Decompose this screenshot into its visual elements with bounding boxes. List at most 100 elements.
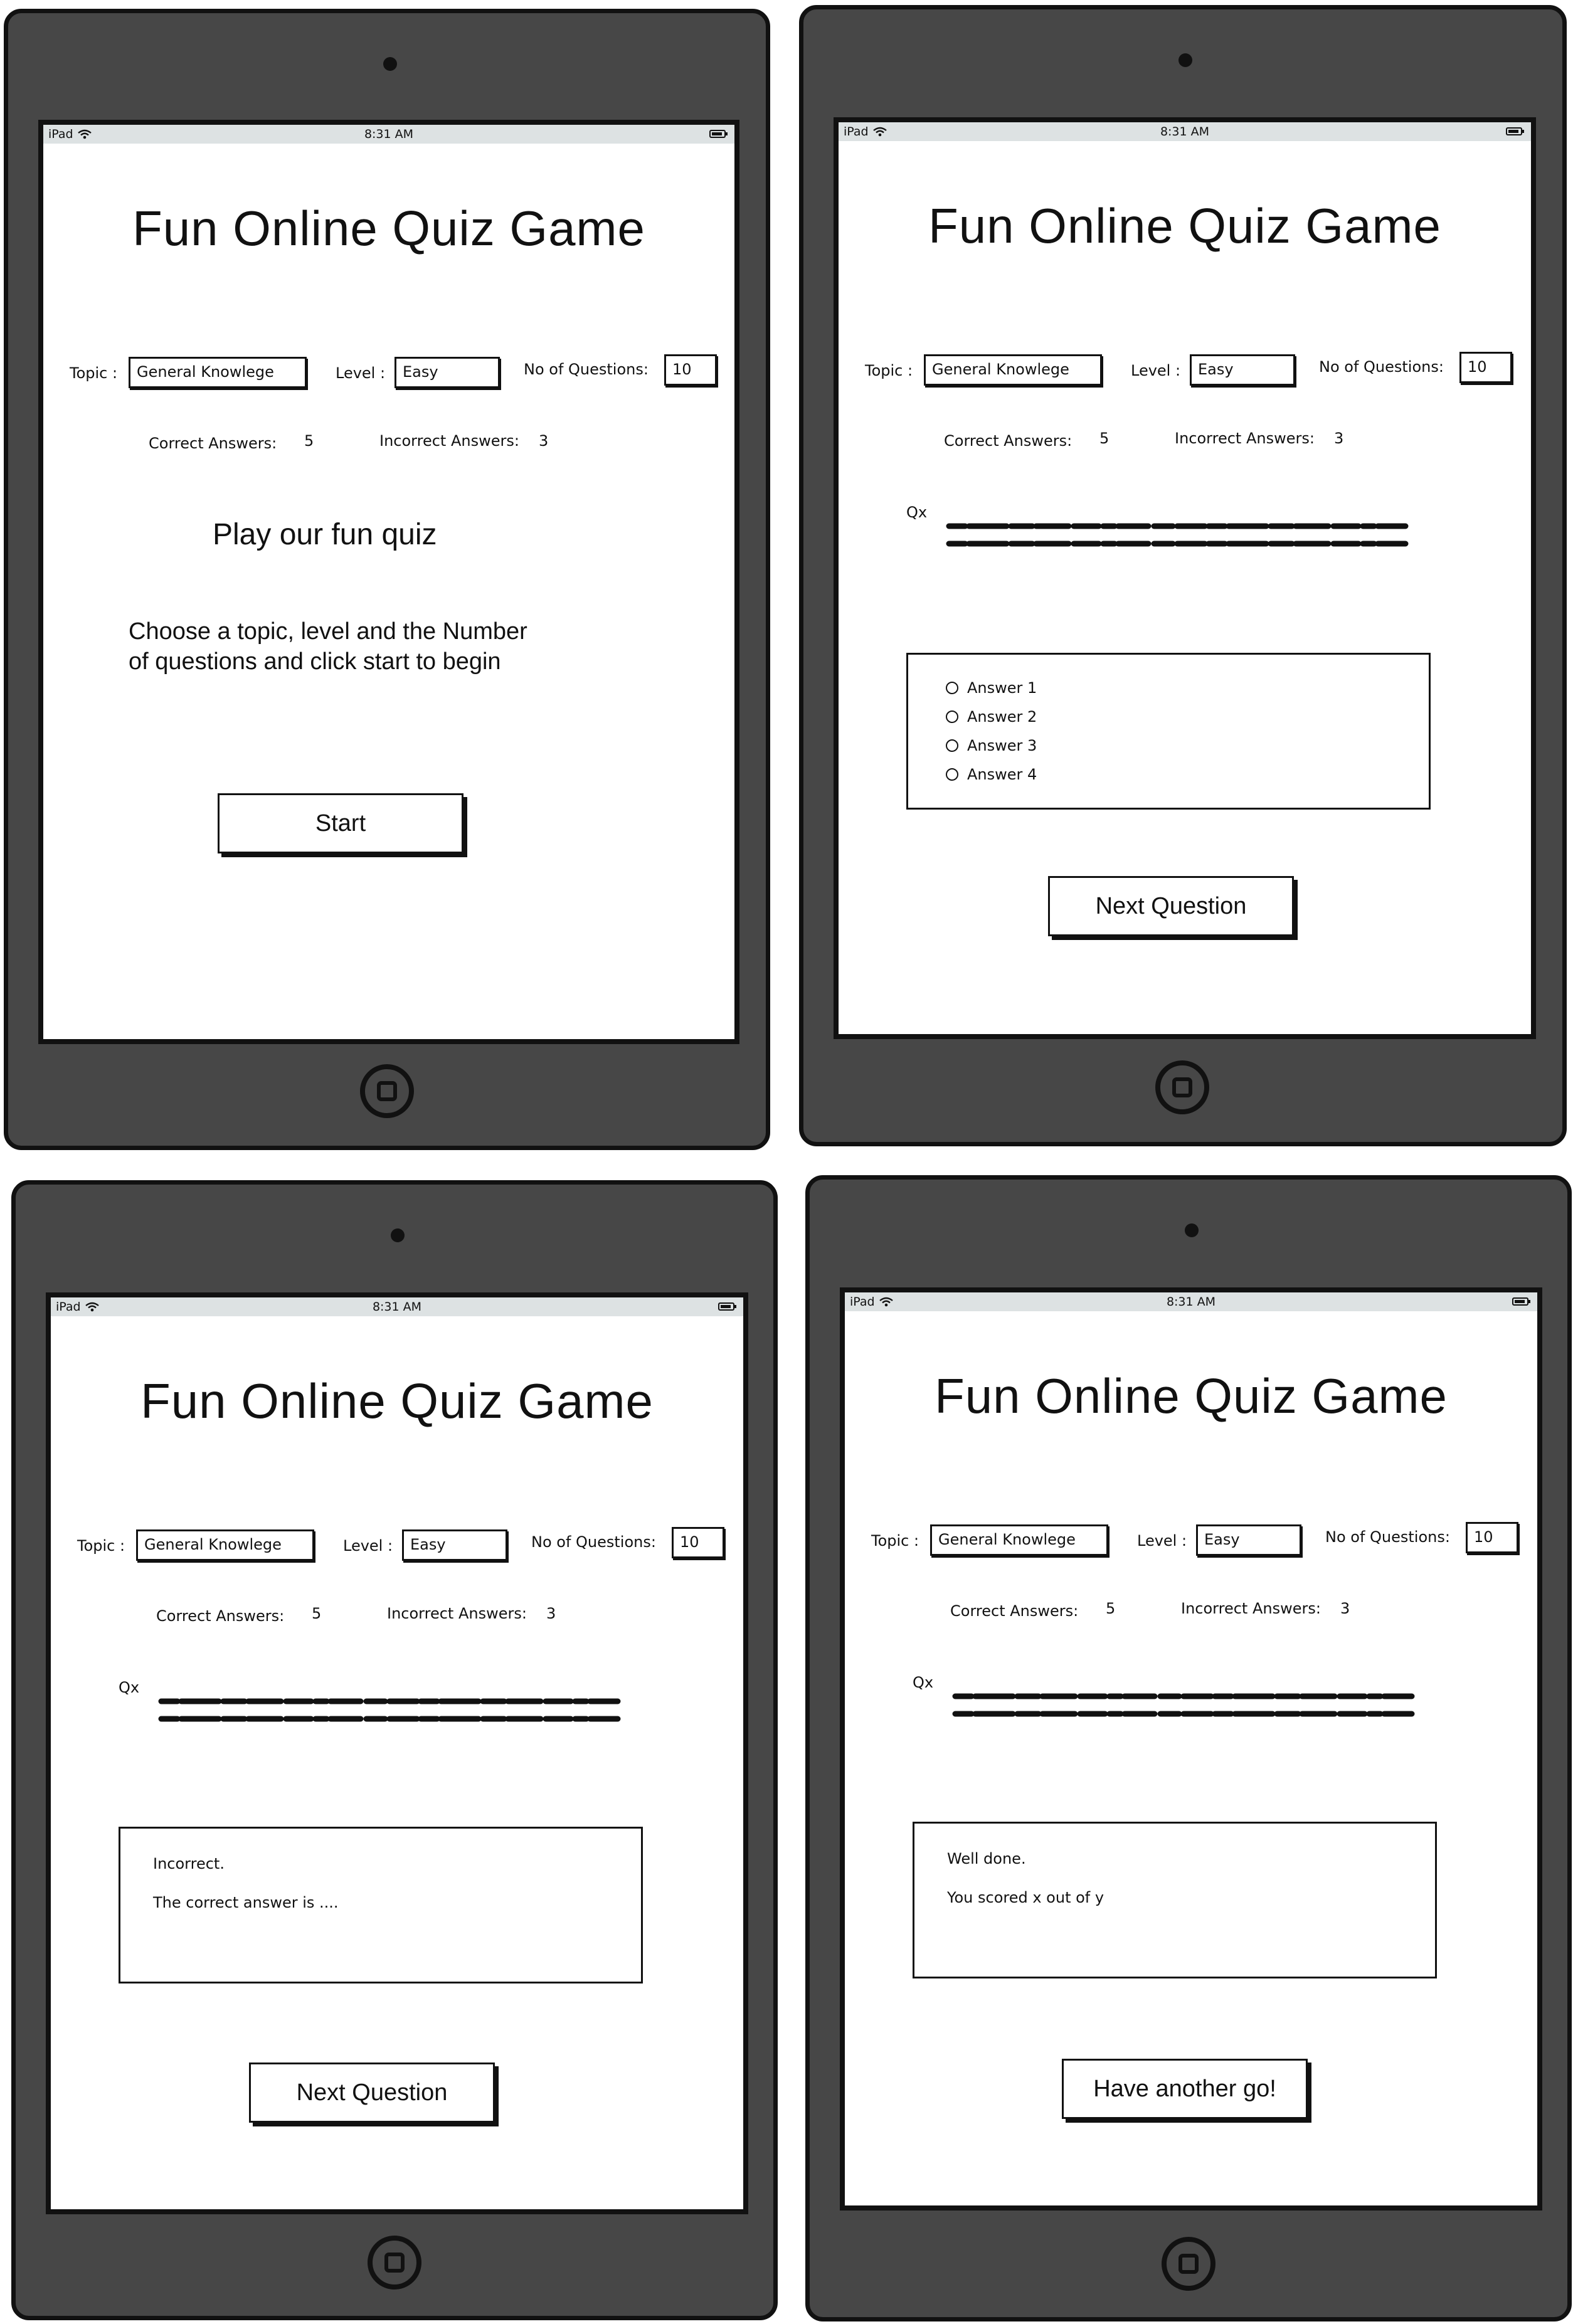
questions-input[interactable]: 10: [664, 354, 717, 386]
correct-answers-label: Correct Answers:: [944, 432, 1072, 450]
level-label: Level :: [343, 1537, 393, 1555]
incorrect-answers-value: 3: [1340, 1600, 1350, 1617]
home-button[interactable]: [1162, 2237, 1216, 2291]
intro-heading: Play our fun quiz: [213, 518, 437, 551]
camera-icon: [383, 57, 397, 71]
screen-question: iPad 8:31 AM Fun Online Quiz Game Topic …: [834, 117, 1536, 1039]
level-select[interactable]: Easy: [395, 357, 500, 388]
status-time: 8:31 AM: [372, 1300, 422, 1314]
questions-label: No of Questions:: [531, 1533, 656, 1551]
ipad-frame-question: iPad 8:31 AM Fun Online Quiz Game Topic …: [799, 5, 1567, 1146]
questions-input[interactable]: 10: [1466, 1522, 1518, 1553]
topic-label: Topic :: [70, 364, 118, 382]
answers-box: Answer 1 Answer 2 Answer 3 Answer 4: [906, 653, 1431, 810]
wifi-icon: [77, 129, 92, 139]
answer-option[interactable]: Answer 3: [946, 731, 1429, 760]
page-title: Fun Online Quiz Game: [140, 1373, 654, 1429]
answer-label: Answer 2: [967, 708, 1037, 726]
questions-label: No of Questions:: [524, 361, 649, 378]
wifi-icon: [85, 1302, 99, 1312]
camera-icon: [1178, 53, 1192, 67]
incorrect-answers-label: Incorrect Answers:: [387, 1605, 527, 1622]
radio-icon[interactable]: [946, 768, 958, 781]
screen-incorrect: iPad 8:31 AM Fun Online Quiz Game Topic …: [46, 1292, 748, 2214]
answer-label: Answer 1: [967, 679, 1037, 697]
correct-answers-label: Correct Answers:: [149, 435, 277, 452]
topic-select[interactable]: General Knowlege: [136, 1529, 314, 1561]
have-another-go-button[interactable]: Have another go!: [1062, 2059, 1308, 2119]
answer-label: Answer 3: [967, 737, 1037, 754]
topic-select[interactable]: General Knowlege: [930, 1524, 1108, 1556]
ipad-frame-incorrect: iPad 8:31 AM Fun Online Quiz Game Topic …: [11, 1180, 778, 2320]
question-label: Qx: [119, 1679, 140, 1696]
status-bar: iPad 8:31 AM: [43, 125, 734, 144]
radio-icon[interactable]: [946, 739, 958, 752]
screen-start: iPad 8:31 AM Fun Online Quiz Game Topic …: [38, 120, 739, 1044]
next-question-button[interactable]: Next Question: [249, 2063, 495, 2123]
home-button[interactable]: [368, 2236, 421, 2290]
level-label: Level :: [1131, 362, 1181, 379]
answer-option[interactable]: Answer 4: [946, 760, 1429, 789]
camera-icon: [391, 1228, 405, 1242]
battery-icon: [709, 130, 728, 138]
correct-answers-value: 5: [304, 432, 314, 450]
page-title: Fun Online Quiz Game: [935, 1368, 1448, 1423]
screen-score: iPad 8:31 AM Fun Online Quiz Game Topic …: [840, 1287, 1542, 2210]
carrier-label: iPad: [850, 1295, 875, 1309]
intro-instructions: Choose a topic, level and the Number of …: [129, 616, 527, 677]
level-label: Level :: [1137, 1532, 1187, 1550]
answer-option[interactable]: Answer 1: [946, 673, 1429, 702]
answer-label: Answer 4: [967, 766, 1037, 783]
level-label: Level :: [336, 364, 386, 382]
battery-icon: [718, 1302, 736, 1311]
home-button[interactable]: [1155, 1060, 1209, 1114]
question-text-placeholder: [946, 523, 1409, 547]
feedback-box: Incorrect. The correct answer is ....: [119, 1827, 643, 1983]
ipad-frame-score: iPad 8:31 AM Fun Online Quiz Game Topic …: [805, 1175, 1572, 2321]
correct-answers-value: 5: [1106, 1600, 1116, 1617]
instructions-line-1: Choose a topic, level and the Number: [129, 618, 527, 645]
questions-label: No of Questions:: [1325, 1528, 1450, 1546]
start-button[interactable]: Start: [218, 793, 463, 853]
question-label: Qx: [906, 504, 928, 521]
status-time: 8:31 AM: [1160, 125, 1210, 139]
incorrect-answers-label: Incorrect Answers:: [379, 432, 519, 450]
score-text: You scored x out of y: [947, 1889, 1104, 1906]
next-question-button[interactable]: Next Question: [1048, 876, 1294, 936]
score-box: Well done. You scored x out of y: [913, 1822, 1437, 1978]
topic-select[interactable]: General Knowlege: [924, 354, 1102, 386]
topic-label: Topic :: [77, 1537, 125, 1555]
questions-input[interactable]: 10: [672, 1527, 724, 1558]
carrier-label: iPad: [56, 1300, 81, 1314]
questions-label: No of Questions:: [1319, 358, 1444, 376]
incorrect-answers-label: Incorrect Answers:: [1181, 1600, 1321, 1617]
feedback-result: Incorrect.: [153, 1855, 225, 1872]
level-select[interactable]: Easy: [402, 1529, 507, 1561]
radio-icon[interactable]: [946, 710, 958, 723]
status-bar: iPad 8:31 AM: [839, 122, 1531, 141]
battery-icon: [1512, 1297, 1530, 1306]
incorrect-answers-value: 3: [546, 1605, 556, 1622]
home-button[interactable]: [360, 1064, 414, 1118]
camera-icon: [1185, 1223, 1199, 1237]
status-bar: iPad 8:31 AM: [51, 1297, 743, 1316]
correct-answers-label: Correct Answers:: [156, 1607, 285, 1625]
question-text-placeholder: [952, 1693, 1415, 1717]
instructions-line-2: of questions and click start to begin: [129, 648, 501, 675]
correct-answers-value: 5: [312, 1605, 322, 1622]
level-select[interactable]: Easy: [1196, 1524, 1301, 1556]
incorrect-answers-value: 3: [1334, 430, 1344, 447]
incorrect-answers-label: Incorrect Answers:: [1175, 430, 1315, 447]
questions-input[interactable]: 10: [1459, 352, 1512, 383]
page-title: Fun Online Quiz Game: [132, 201, 645, 256]
feedback-correct-answer: The correct answer is ....: [153, 1894, 339, 1911]
topic-select[interactable]: General Knowlege: [129, 357, 307, 388]
topic-label: Topic :: [865, 362, 913, 379]
radio-icon[interactable]: [946, 682, 958, 694]
level-select[interactable]: Easy: [1190, 354, 1295, 386]
wifi-icon: [872, 127, 887, 137]
answer-option[interactable]: Answer 2: [946, 702, 1429, 731]
question-label: Qx: [913, 1674, 934, 1691]
incorrect-answers-value: 3: [539, 432, 549, 450]
status-time: 8:31 AM: [364, 127, 414, 141]
